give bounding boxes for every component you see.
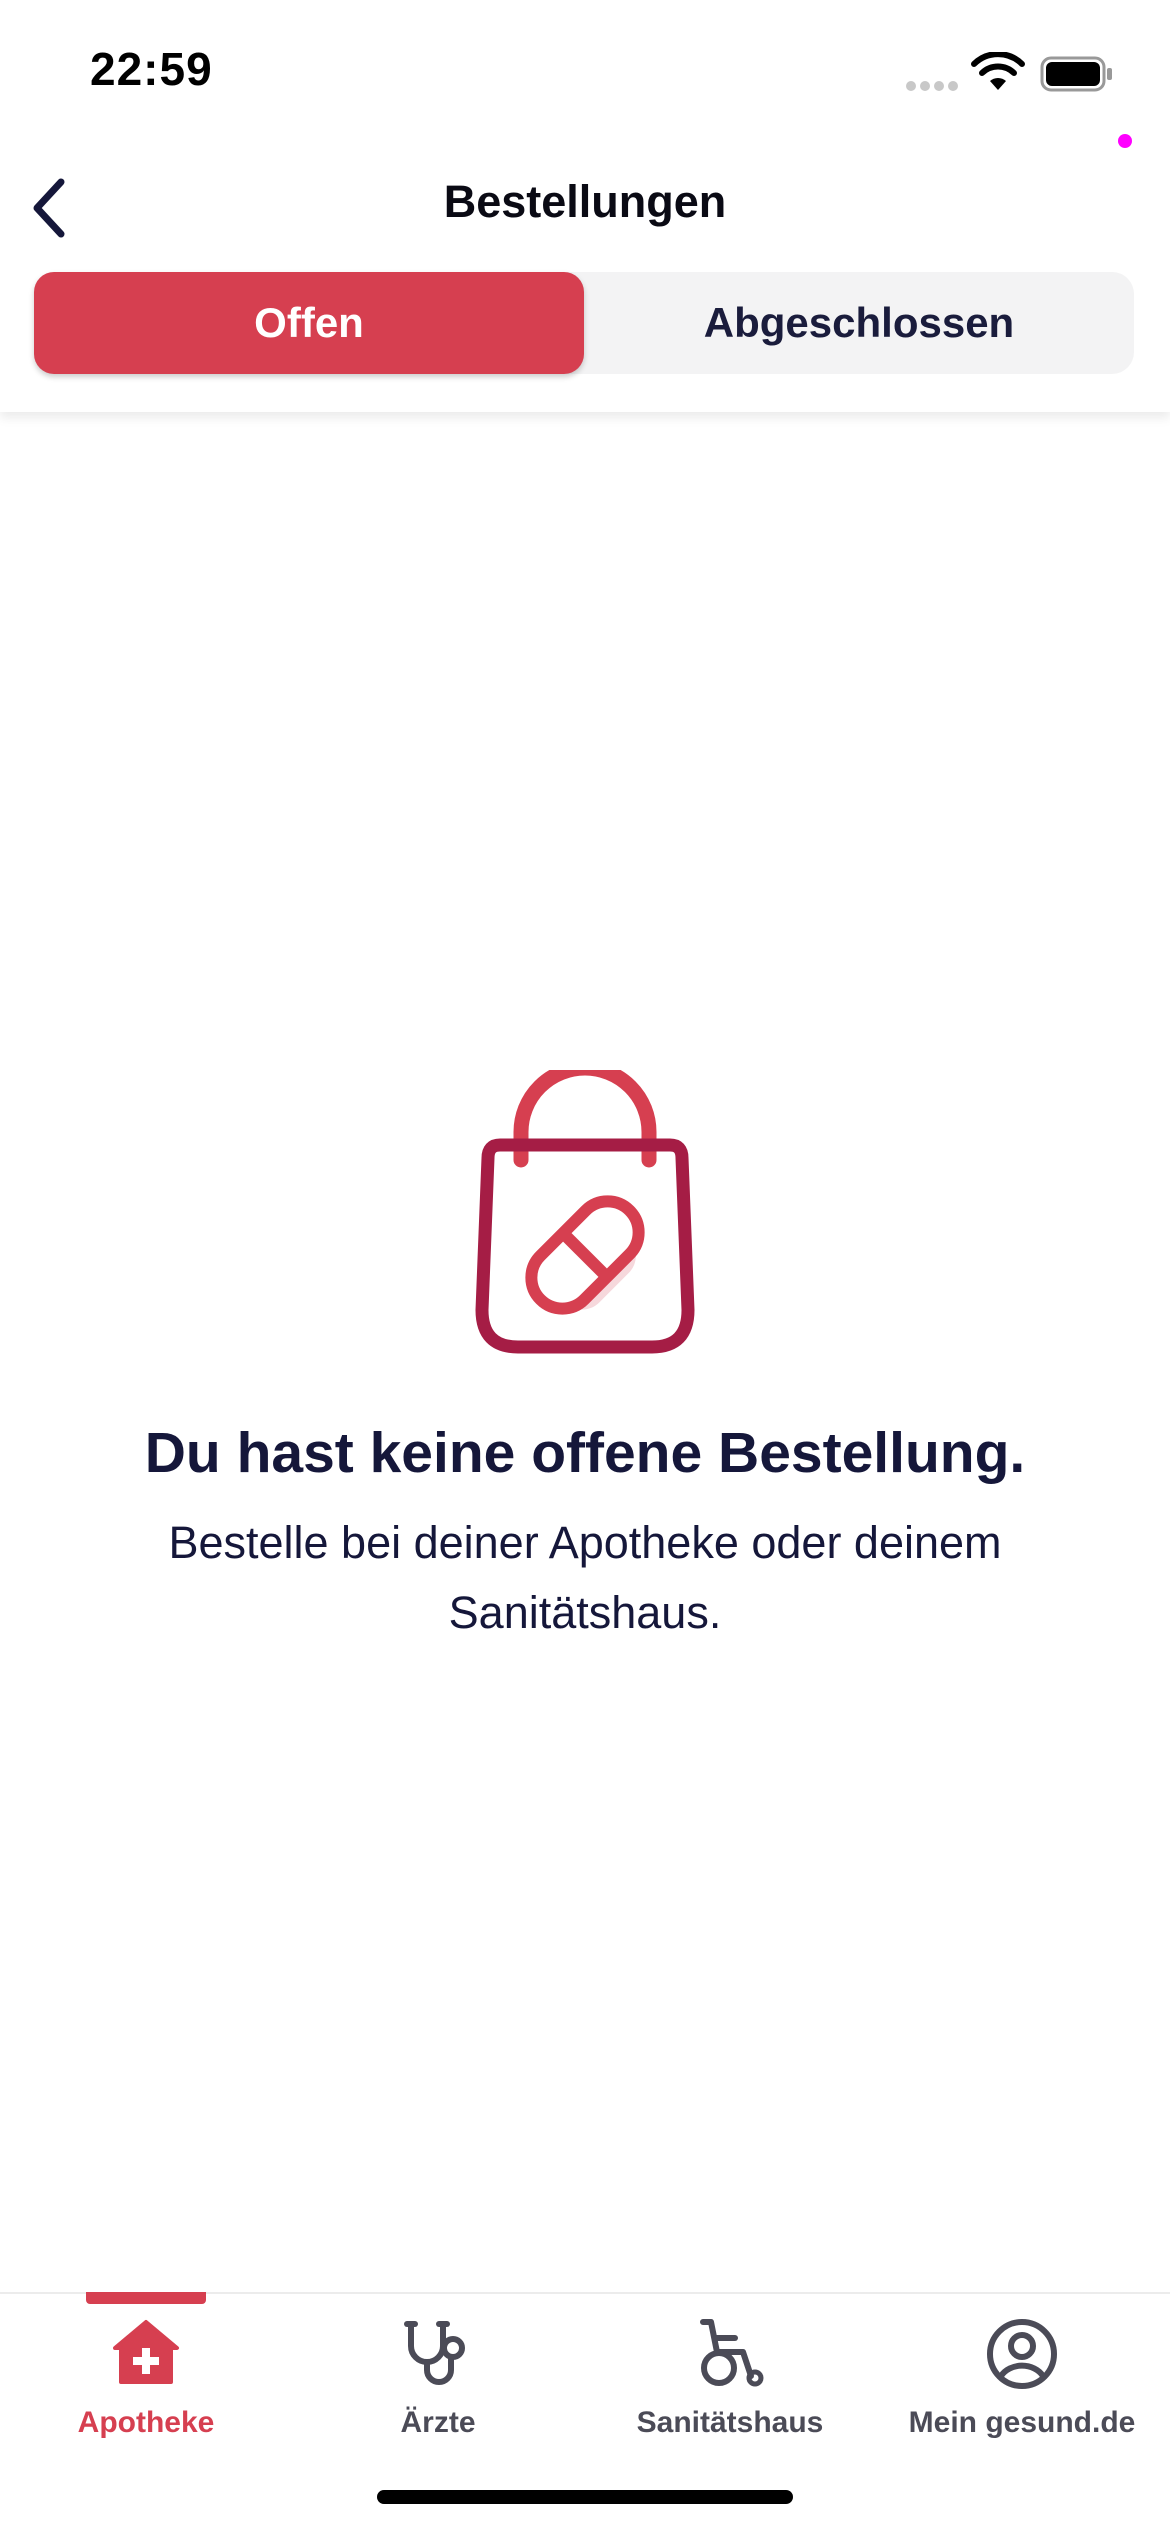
tab-label: Apotheke bbox=[77, 2406, 215, 2439]
tab-sanitaetshaus[interactable]: Sanitätshaus bbox=[584, 2294, 876, 2464]
status-time: 22:59 bbox=[90, 43, 213, 95]
tab-label: Mein gesund.de bbox=[908, 2406, 1136, 2439]
tab-open-orders[interactable]: Offen bbox=[34, 272, 584, 374]
cellular-signal-icon bbox=[906, 81, 958, 91]
wheelchair-icon bbox=[700, 2319, 764, 2387]
wifi-icon bbox=[971, 52, 1025, 90]
tab-completed-orders[interactable]: Abgeschlossen bbox=[584, 272, 1134, 374]
header: 22:59 Bestellungen Offen Abgeschlossen bbox=[0, 0, 1170, 412]
home-indicator[interactable] bbox=[377, 2490, 793, 2504]
page-title: Bestellungen bbox=[443, 176, 727, 227]
tab-label: Ärzte bbox=[400, 2406, 476, 2439]
shopping-bag-pill-icon bbox=[475, 1070, 695, 1354]
user-profile-icon bbox=[987, 2319, 1057, 2389]
active-tab-indicator bbox=[86, 2292, 206, 2304]
order-status-segmented-control: Offen Abgeschlossen bbox=[34, 272, 1134, 374]
pharmacy-icon bbox=[113, 2320, 179, 2384]
tab-aerzte[interactable]: Ärzte bbox=[292, 2294, 584, 2464]
status-bar: 22:59 bbox=[0, 0, 1170, 148]
empty-state-title: Du hast keine offene Bestellung. bbox=[144, 1421, 1026, 1485]
tab-apotheke[interactable]: Apotheke bbox=[0, 2292, 292, 2464]
battery-icon bbox=[1040, 56, 1112, 92]
notification-dot bbox=[1118, 134, 1132, 148]
tab-mein-gesund[interactable]: Mein gesund.de bbox=[876, 2294, 1168, 2464]
tab-label: Sanitätshaus bbox=[636, 2406, 824, 2439]
stethoscope-icon bbox=[404, 2321, 465, 2385]
empty-state-text: Bestelle bei deiner Apotheke oder deinem… bbox=[168, 1517, 1002, 1638]
